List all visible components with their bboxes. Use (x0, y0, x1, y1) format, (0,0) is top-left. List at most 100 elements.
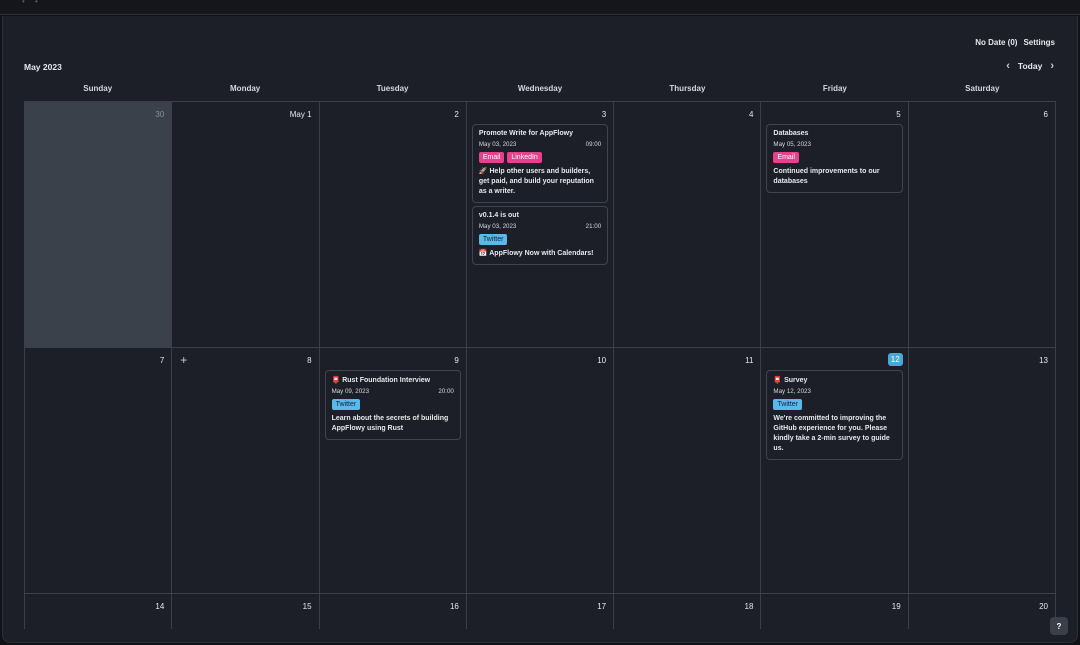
day-number: 19 (891, 602, 901, 611)
day-cell[interactable]: 14 (25, 594, 173, 629)
tag-twitter: Twitter (331, 399, 361, 410)
event-tags: Email (773, 152, 895, 163)
calendar-grid: 30 May 1 2 3 Promote Write for AppFlowy May 0… (24, 101, 1056, 629)
event-description: Learn about the secrets of building AppF… (331, 415, 449, 432)
event-title: Databases (773, 130, 809, 137)
day-number: May 1 (289, 110, 312, 119)
day-cell[interactable]: 9 📮 Rust Foundation Interview May 09, 2023… (319, 348, 467, 594)
day-cell[interactable]: 13 (908, 348, 1056, 594)
event-list: Promote Write for AppFlowy May 03, 2023 09… (471, 124, 609, 265)
event-card[interactable]: 📮 Survey May 12, 2023 Twitter We're committ… (766, 370, 903, 460)
event-date: May 03, 2023 (478, 141, 517, 148)
tag-twitter: Twitter (478, 234, 508, 245)
event-description: Continued improvements to our databases (773, 168, 880, 185)
day-cell[interactable]: 10 (466, 348, 615, 594)
event-tags: Twitter (773, 399, 895, 410)
day-cell[interactable]: 15 (172, 594, 320, 629)
day-cell[interactable]: 20 (908, 594, 1056, 629)
event-title: v0.1.4 is out (478, 212, 519, 219)
event-time: 09:00 (585, 141, 602, 148)
event-time: 21:00 (585, 223, 602, 230)
help-button[interactable]: ? (1050, 617, 1068, 635)
day-number: 14 (155, 602, 165, 611)
tag-email: Email (773, 152, 799, 163)
weekday-label: Monday (230, 84, 261, 93)
day-number: 3 (601, 110, 607, 119)
event-tags: Email LinkedIn (478, 152, 601, 163)
event-description: 🚀 Help other users and builders, get pai… (478, 168, 594, 195)
event-tags: Twitter (478, 234, 601, 245)
day-number: 5 (896, 110, 901, 119)
event-title: 📮 Survey (773, 377, 808, 384)
day-number: 17 (597, 602, 607, 611)
day-cell[interactable]: 8 + (172, 348, 320, 594)
event-list: 📮 Survey May 12, 2023 Twitter We're committ… (766, 370, 903, 460)
header-actions: No Date (0) Settings (975, 38, 1055, 47)
weekday-label: Saturday (965, 84, 1000, 93)
day-cell[interactable]: 2 (319, 102, 467, 348)
day-cell[interactable]: 4 (614, 102, 762, 348)
day-number: 11 (745, 356, 754, 365)
settings-button[interactable]: Settings (1023, 38, 1055, 47)
day-cell[interactable]: 17 (466, 594, 615, 629)
day-number: 15 (302, 602, 312, 611)
day-number: 2 (454, 110, 459, 119)
event-card[interactable]: Databases May 05, 2023 Email Continued impr… (766, 124, 903, 193)
event-date: May 12, 2023 (773, 388, 811, 395)
today-date-badge: 12 (887, 353, 903, 366)
event-title: Promote Write for AppFlowy (478, 130, 573, 137)
day-number: 30 (155, 110, 165, 119)
day-number: 18 (744, 602, 754, 611)
day-cell[interactable]: 30 (25, 102, 173, 348)
event-title: 📮 Rust Foundation Interview (331, 377, 431, 384)
window-dots-icon: • • (22, 0, 42, 6)
day-cell[interactable]: 5 Databases May 05, 2023 Email Continued imp… (761, 102, 909, 348)
day-number: 9 (454, 356, 459, 365)
day-cell[interactable]: 7 (25, 348, 173, 594)
event-meta: May 12, 2023 (773, 388, 895, 395)
weekday-header: Sunday Monday Tuesday Wednesday Thursday… (24, 84, 1056, 93)
event-time: 20:00 (438, 388, 454, 395)
event-tags: Twitter (331, 399, 454, 410)
event-card[interactable]: Promote Write for AppFlowy May 03, 2023 09… (471, 124, 609, 203)
day-number: 8 (307, 356, 312, 365)
day-cell[interactable]: 12 📮 Survey May 12, 2023 Twitter We're commi… (761, 348, 909, 594)
event-list: Databases May 05, 2023 Email Continued impr… (766, 124, 903, 193)
day-cell[interactable]: 19 (761, 594, 909, 629)
weekday-label: Friday (822, 84, 847, 93)
plus-icon[interactable]: + (180, 353, 187, 367)
window-top-bar: • • (0, 0, 1080, 15)
event-description: We're committed to improving the GitHub … (773, 415, 890, 452)
day-number: 20 (1039, 602, 1048, 611)
day-number: 16 (449, 602, 459, 611)
calendar-navigation: ‹ Today › (1006, 60, 1054, 71)
weekday-label: Thursday (669, 84, 706, 93)
tag-twitter: Twitter (773, 399, 803, 410)
event-card[interactable]: v0.1.4 is out May 03, 2023 21:00 Twitter 📅 A… (471, 206, 609, 265)
chevron-left-icon[interactable]: ‹ (1006, 60, 1010, 71)
weekday-label: Wednesday (517, 84, 563, 93)
no-date-button[interactable]: No Date (0) (975, 38, 1017, 47)
today-button[interactable]: Today (1018, 61, 1042, 71)
day-cell[interactable]: 18 (614, 594, 762, 629)
tag-email: Email (478, 152, 505, 163)
day-cell[interactable]: May 1 (172, 102, 320, 348)
chevron-right-icon[interactable]: › (1050, 60, 1054, 71)
event-meta: May 09, 2023 20:00 (332, 388, 454, 395)
day-number: 10 (597, 356, 607, 365)
event-date: May 09, 2023 (331, 388, 370, 395)
day-cell[interactable]: 16 (319, 594, 467, 629)
weekday-label: Tuesday (376, 84, 409, 93)
day-number: 13 (1039, 356, 1048, 365)
day-cell[interactable]: 6 (908, 102, 1056, 348)
day-cell[interactable]: 3 Promote Write for AppFlowy May 03, 2023 0… (466, 102, 615, 348)
tag-linkedin: LinkedIn (507, 152, 542, 163)
event-card[interactable]: 📮 Rust Foundation Interview May 09, 2023 2… (324, 370, 461, 440)
event-list: 📮 Rust Foundation Interview May 09, 2023 2… (324, 370, 461, 440)
event-date: May 03, 2023 (478, 223, 517, 230)
weekday-label: Sunday (83, 84, 113, 93)
event-description: 📅 AppFlowy Now with Calendars! (478, 250, 594, 257)
event-meta: May 03, 2023 09:00 (479, 141, 601, 148)
day-cell[interactable]: 11 (614, 348, 762, 594)
event-date: May 05, 2023 (773, 141, 811, 148)
